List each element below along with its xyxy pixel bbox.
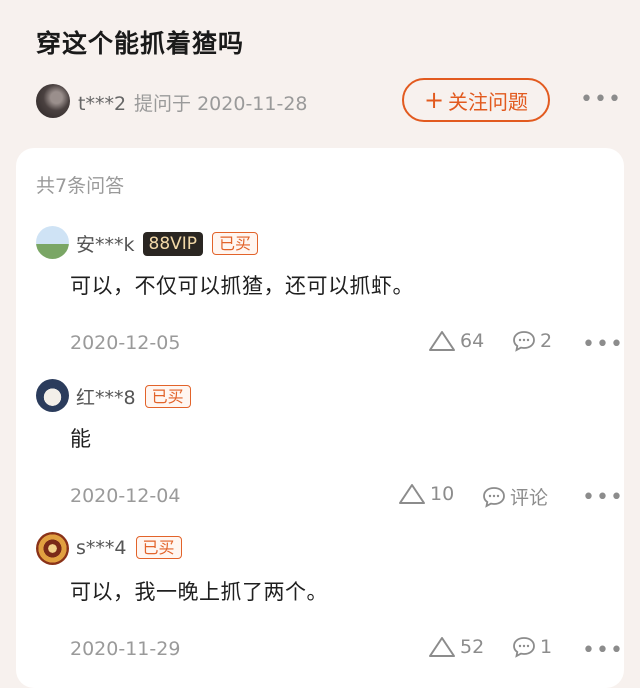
like-button[interactable]: 52 [428,636,484,658]
comment-count: 2 [540,330,553,352]
comment-button[interactable]: 1 [512,636,552,658]
comment-icon [512,636,536,658]
more-options-icon[interactable]: ••• [582,334,624,356]
answer-username[interactable]: s***4 [76,537,127,559]
more-options-icon[interactable]: ••• [582,487,624,509]
comment-count: 评论 [510,487,549,509]
asker-name[interactable]: t***2 [78,93,126,115]
like-triangle-icon [428,330,456,352]
answer-user-row: s***4 已买 [76,536,182,559]
question-title: 穿这个能抓着猹吗 [36,29,245,58]
comment-button[interactable]: 2 [512,330,552,352]
comment-icon [482,486,506,508]
avatar[interactable] [36,379,69,412]
asker-avatar[interactable] [36,84,70,118]
like-triangle-icon [428,636,456,658]
like-button[interactable]: 10 [398,483,454,505]
answer-item: 红***8 已买 能 2020-12-04 10 评论 ••• [16,375,624,525]
answer-text: 能 [70,427,92,451]
answers-count: 共7条问答 [36,175,125,197]
answer-item: 安***k 88VIP 已买 可以，不仅可以抓猹，还可以抓虾。 2020-12-… [16,222,624,372]
plus-icon: + [423,86,445,114]
answer-username[interactable]: 红***8 [76,383,136,410]
answer-date: 2020-12-04 [70,485,181,507]
follow-label: 关注问题 [448,89,529,114]
answer-item: s***4 已买 可以，我一晚上抓了两个。 2020-11-29 52 1 ••… [16,528,624,678]
like-count: 64 [460,330,485,352]
answers-card: 共7条问答 安***k 88VIP 已买 可以，不仅可以抓猹，还可以抓虾。 20… [16,148,624,688]
more-options-icon[interactable]: ••• [582,640,624,662]
avatar[interactable] [36,226,69,259]
question-header: 穿这个能抓着猹吗 t***2 提问于 2020-11-28 + 关注问题 ••• [0,0,640,150]
comment-button[interactable]: 评论 [482,483,548,510]
follow-question-button[interactable]: + 关注问题 [402,78,550,122]
asker-meta: t***2 提问于 2020-11-28 [78,89,308,116]
comment-count: 1 [540,636,553,658]
like-button[interactable]: 64 [428,330,484,352]
answer-text: 可以，不仅可以抓猹，还可以抓虾。 [70,274,414,298]
bought-badge: 已买 [135,536,182,559]
like-count: 10 [430,483,455,505]
bought-badge: 已买 [144,385,191,408]
answer-username[interactable]: 安***k [76,230,135,257]
vip-badge: 88VIP [142,231,204,256]
comment-icon [512,330,536,352]
answer-user-row: 红***8 已买 [76,383,191,410]
more-options-icon[interactable]: ••• [580,89,622,111]
bought-badge: 已买 [212,232,259,255]
like-triangle-icon [398,483,426,505]
like-count: 52 [460,636,485,658]
avatar[interactable] [36,532,69,565]
answer-user-row: 安***k 88VIP 已买 [76,230,259,257]
answer-text: 可以，我一晚上抓了两个。 [70,580,328,604]
answer-date: 2020-11-29 [70,638,181,660]
answer-date: 2020-12-05 [70,332,181,354]
asked-date: 提问于 2020-11-28 [134,93,308,115]
